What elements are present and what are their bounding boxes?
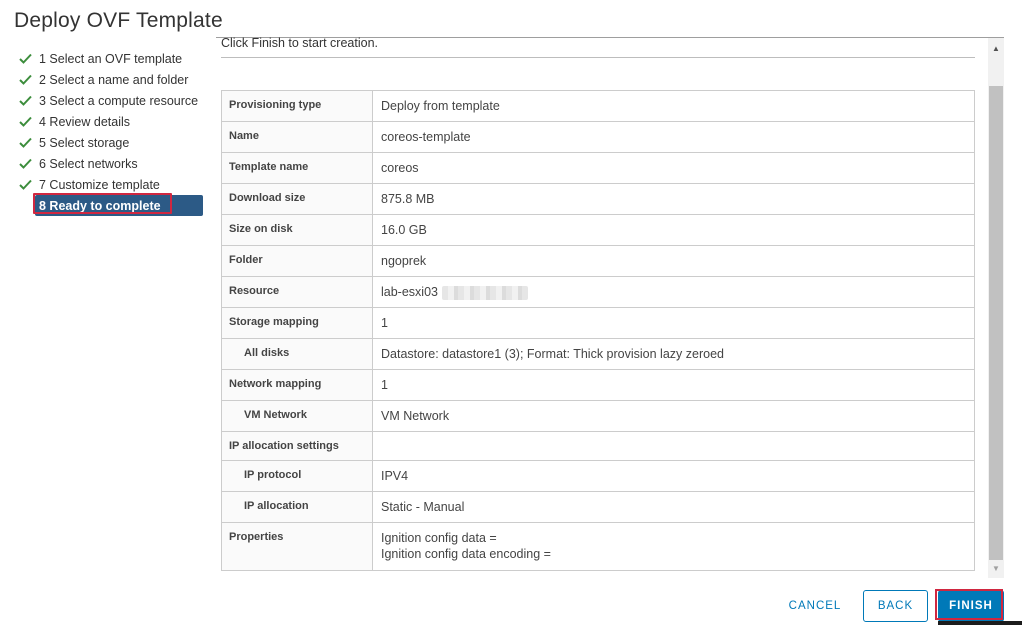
row-key: All disks: [221, 338, 373, 370]
cancel-button[interactable]: CANCEL: [780, 590, 850, 622]
wizard-step-label: 1 Select an OVF template: [39, 51, 183, 66]
wizard-steps: 1 Select an OVF template 2 Select a name…: [14, 48, 204, 216]
vertical-scrollbar[interactable]: ▲ ▼: [988, 38, 1004, 578]
property-line: Ignition config data =: [381, 531, 497, 545]
row-key: IP allocation settings: [221, 431, 373, 461]
wizard-step-8-active[interactable]: 8 Ready to complete: [35, 195, 203, 216]
checkmark-icon: [14, 74, 39, 85]
row-key: IP protocol: [221, 460, 373, 492]
row-key: Size on disk: [221, 214, 373, 246]
wizard-step-label: 3 Select a compute resource: [39, 93, 199, 108]
checkmark-icon: [14, 158, 39, 169]
intro-text: Click Finish to start creation.: [221, 36, 378, 50]
row-key: Properties: [221, 522, 373, 571]
dialog-title: Deploy OVF Template: [14, 9, 223, 32]
table-row: Size on disk 16.0 GB: [221, 214, 975, 246]
row-value: VM Network: [372, 400, 975, 432]
row-key: Storage mapping: [221, 307, 373, 339]
wizard-step-7[interactable]: 7 Customize template: [14, 174, 204, 195]
row-key: VM Network: [221, 400, 373, 432]
row-value: 1: [372, 369, 975, 401]
table-row: Download size 875.8 MB: [221, 183, 975, 215]
row-value: 16.0 GB: [372, 214, 975, 246]
table-row: Name coreos-template: [221, 121, 975, 153]
row-value: Deploy from template: [372, 90, 975, 122]
wizard-step-label: 2 Select a name and folder: [39, 72, 189, 87]
wizard-step-4[interactable]: 4 Review details: [14, 111, 204, 132]
property-line: Ignition config data encoding =: [381, 547, 551, 561]
wizard-step-5[interactable]: 5 Select storage: [14, 132, 204, 153]
table-row: Properties Ignition config data = Igniti…: [221, 522, 975, 571]
scroll-up-arrow-icon[interactable]: ▲: [988, 40, 1004, 56]
table-row: All disks Datastore: datastore1 (3); For…: [221, 338, 975, 370]
row-key: Folder: [221, 245, 373, 277]
scroll-down-arrow-icon[interactable]: ▼: [988, 560, 1004, 576]
row-key: Resource: [221, 276, 373, 308]
table-row: Resource lab-esxi03: [221, 276, 975, 308]
table-row: IP allocation Static - Manual: [221, 491, 975, 523]
wizard-step-label: 5 Select storage: [39, 135, 130, 150]
wizard-step-6[interactable]: 6 Select networks: [14, 153, 204, 174]
wizard-step-label: 6 Select networks: [39, 156, 138, 171]
row-key: IP allocation: [221, 491, 373, 523]
table-row: IP protocol IPV4: [221, 460, 975, 492]
row-value: Datastore: datastore1 (3); Format: Thick…: [372, 338, 975, 370]
row-value: 1: [372, 307, 975, 339]
table-row: Storage mapping 1: [221, 307, 975, 339]
checkmark-icon: [14, 137, 39, 148]
row-value: IPV4: [372, 460, 975, 492]
bottom-edge: [938, 621, 1022, 625]
checkmark-icon: [14, 53, 39, 64]
row-value: coreos-template: [372, 121, 975, 153]
wizard-step-label: 8 Ready to complete: [39, 198, 161, 213]
back-button[interactable]: BACK: [863, 590, 928, 622]
summary-table: Provisioning type Deploy from template N…: [221, 90, 975, 571]
wizard-step-2[interactable]: 2 Select a name and folder: [14, 69, 204, 90]
row-key: Name: [221, 121, 373, 153]
resource-name: lab-esxi03: [381, 285, 438, 299]
wizard-step-label: 4 Review details: [39, 114, 131, 129]
row-value: [372, 431, 975, 461]
scrollbar-thumb[interactable]: [989, 86, 1003, 560]
wizard-step-label: 7 Customize template: [39, 177, 160, 192]
checkmark-icon: [14, 95, 39, 106]
row-key: Network mapping: [221, 369, 373, 401]
table-row: VM Network VM Network: [221, 400, 975, 432]
wizard-step-1[interactable]: 1 Select an OVF template: [14, 48, 204, 69]
table-row: Template name coreos: [221, 152, 975, 184]
row-value: Static - Manual: [372, 491, 975, 523]
table-row: Provisioning type Deploy from template: [221, 90, 975, 122]
row-value: 875.8 MB: [372, 183, 975, 215]
finish-button[interactable]: FINISH: [938, 590, 1004, 622]
checkmark-icon: [14, 116, 39, 127]
checkmark-icon: [14, 179, 39, 190]
table-row: Network mapping 1: [221, 369, 975, 401]
wizard-step-3[interactable]: 3 Select a compute resource: [14, 90, 204, 111]
row-value: Ignition config data = Ignition config d…: [372, 522, 975, 571]
row-key: Provisioning type: [221, 90, 373, 122]
row-value: coreos: [372, 152, 975, 184]
table-row: Folder ngoprek: [221, 245, 975, 277]
row-value: ngoprek: [372, 245, 975, 277]
table-row: IP allocation settings: [221, 431, 975, 461]
row-key: Download size: [221, 183, 373, 215]
intro-divider: [221, 57, 975, 58]
row-value: lab-esxi03: [372, 276, 975, 308]
row-key: Template name: [221, 152, 373, 184]
redacted-text: [441, 285, 528, 300]
